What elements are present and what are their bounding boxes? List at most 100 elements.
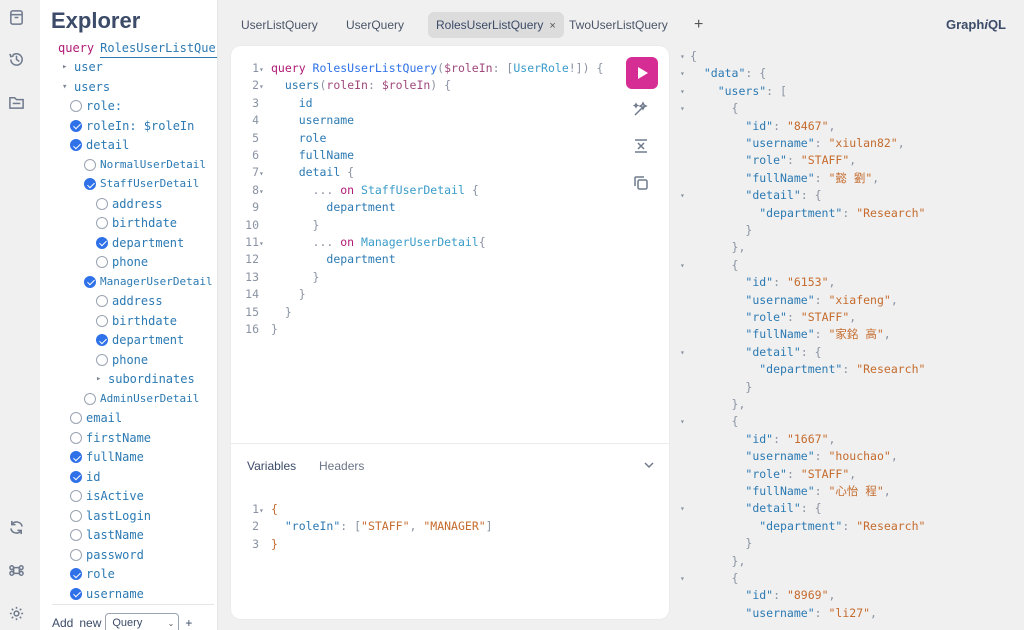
refetch-icon[interactable]: [7, 518, 25, 536]
unchecked-icon[interactable]: [96, 256, 108, 268]
unchecked-icon[interactable]: [70, 431, 82, 444]
checked-icon[interactable]: [70, 470, 82, 483]
explorer-field[interactable]: AdminUserDetail: [84, 390, 199, 408]
explorer-field[interactable]: department: [96, 331, 184, 349]
docs-icon[interactable]: [7, 8, 25, 26]
explorer-icon[interactable]: [7, 93, 25, 111]
explorer-field[interactable]: username: [70, 585, 144, 603]
fold-icon[interactable]: ▾: [680, 344, 685, 361]
run-button[interactable]: [626, 57, 658, 89]
fold-icon[interactable]: ▾: [259, 165, 271, 182]
explorer-field[interactable]: phone: [96, 253, 148, 271]
unchecked-icon[interactable]: [70, 529, 82, 541]
checked-icon[interactable]: [70, 568, 82, 580]
add-operation-button[interactable]: +: [185, 616, 192, 630]
operation-name[interactable]: RolesUserListQuery: [100, 39, 217, 58]
fold-icon[interactable]: ▾: [680, 100, 685, 117]
explorer-field[interactable]: fullName: [70, 448, 144, 466]
unchecked-icon[interactable]: [84, 158, 96, 171]
chevron-down-icon[interactable]: [643, 458, 655, 470]
explorer-field[interactable]: ▸ user: [62, 58, 103, 76]
explorer-field[interactable]: ▾ users: [62, 78, 110, 96]
explorer-field[interactable]: isActive: [70, 487, 144, 505]
fold-icon[interactable]: ▾: [680, 48, 685, 65]
explorer-field[interactable]: ManagerUserDetail: [84, 273, 213, 291]
tab-variables[interactable]: Variables: [247, 459, 296, 473]
tab-roles-user-list-query[interactable]: RolesUserListQuery ×: [428, 12, 564, 38]
unchecked-icon[interactable]: [70, 509, 82, 522]
fold-icon[interactable]: ▾: [259, 502, 271, 519]
explorer-field[interactable]: address: [96, 195, 163, 213]
unchecked-icon[interactable]: [96, 197, 108, 210]
checked-icon[interactable]: [70, 587, 82, 600]
merge-fragments-icon[interactable]: [632, 137, 652, 157]
code-token: ,: [870, 605, 877, 620]
unchecked-icon[interactable]: [96, 353, 108, 366]
close-icon[interactable]: ×: [549, 20, 555, 32]
unchecked-icon[interactable]: [70, 100, 82, 112]
explorer-field[interactable]: lastLogin: [70, 507, 151, 525]
checked-icon[interactable]: [84, 275, 96, 288]
explorer-field[interactable]: NormalUserDetail: [84, 156, 206, 174]
explorer-field[interactable]: address: [96, 292, 163, 310]
settings-icon[interactable]: [7, 604, 25, 622]
fold-icon[interactable]: ▾: [259, 78, 271, 95]
tab-twouserlistquery[interactable]: TwoUserListQuery: [561, 12, 676, 38]
explorer-field[interactable]: lastName: [70, 526, 144, 544]
unchecked-icon[interactable]: [96, 314, 108, 327]
explorer-field[interactable]: email: [70, 409, 122, 427]
unchecked-icon[interactable]: [70, 490, 82, 502]
explorer-field[interactable]: roleIn: $roleIn: [70, 117, 194, 135]
add-tab-button[interactable]: +: [694, 16, 703, 34]
prettify-icon[interactable]: [632, 100, 652, 120]
explorer-operation[interactable]: query RolesUserListQuery: [58, 39, 217, 58]
explorer-field[interactable]: ▸ subordinates: [96, 370, 195, 388]
explorer-field[interactable]: role:: [70, 97, 122, 115]
explorer-field[interactable]: department: [96, 234, 184, 252]
checked-icon[interactable]: [84, 178, 96, 190]
checked-icon[interactable]: [96, 334, 108, 346]
checked-icon[interactable]: [70, 119, 82, 132]
code-token: ,: [828, 431, 836, 446]
fold-icon[interactable]: ▾: [680, 187, 685, 204]
tab-userquery[interactable]: UserQuery: [338, 12, 412, 38]
tab-headers[interactable]: Headers: [319, 459, 364, 473]
fold-icon[interactable]: ▾: [680, 65, 685, 82]
fold-icon[interactable]: ▾: [680, 413, 685, 430]
unchecked-icon[interactable]: [70, 548, 82, 561]
fold-icon[interactable]: ▾: [259, 235, 271, 252]
fold-icon[interactable]: ▾: [680, 500, 685, 517]
code-token: "houchao": [828, 449, 891, 464]
tab-userlistquery[interactable]: UserListQuery: [233, 12, 326, 38]
fold-icon[interactable]: ▾: [680, 257, 685, 274]
explorer-field[interactable]: detail: [70, 136, 129, 154]
explorer-field[interactable]: StaffUserDetail: [84, 175, 199, 193]
shortcuts-icon[interactable]: [7, 561, 25, 579]
unchecked-icon[interactable]: [96, 217, 108, 229]
fold-icon[interactable]: ▾: [259, 183, 271, 200]
history-icon[interactable]: [7, 50, 25, 68]
operation-type-select[interactable]: Query ⌄: [105, 613, 180, 630]
fold-icon[interactable]: ▾: [259, 61, 271, 78]
fold-icon[interactable]: ▾: [680, 570, 685, 587]
explorer-field[interactable]: role: [70, 565, 115, 583]
unchecked-icon[interactable]: [96, 295, 108, 307]
fold-icon[interactable]: ▾: [680, 83, 685, 100]
explorer-field-label: password: [86, 547, 144, 562]
unchecked-icon[interactable]: [84, 392, 96, 405]
explorer-field[interactable]: birthdate: [96, 312, 177, 330]
code-token: :: [773, 431, 787, 446]
explorer-field[interactable]: phone: [96, 351, 148, 369]
copy-icon[interactable]: [632, 174, 652, 194]
checked-icon[interactable]: [70, 139, 82, 151]
checked-icon[interactable]: [96, 236, 108, 249]
checked-icon[interactable]: [70, 451, 82, 463]
unchecked-icon[interactable]: [70, 412, 82, 424]
explorer-field[interactable]: password: [70, 546, 144, 564]
explorer-field[interactable]: id: [70, 468, 100, 486]
explorer-field[interactable]: firstName: [70, 429, 151, 447]
explorer-field[interactable]: birthdate: [96, 214, 177, 232]
